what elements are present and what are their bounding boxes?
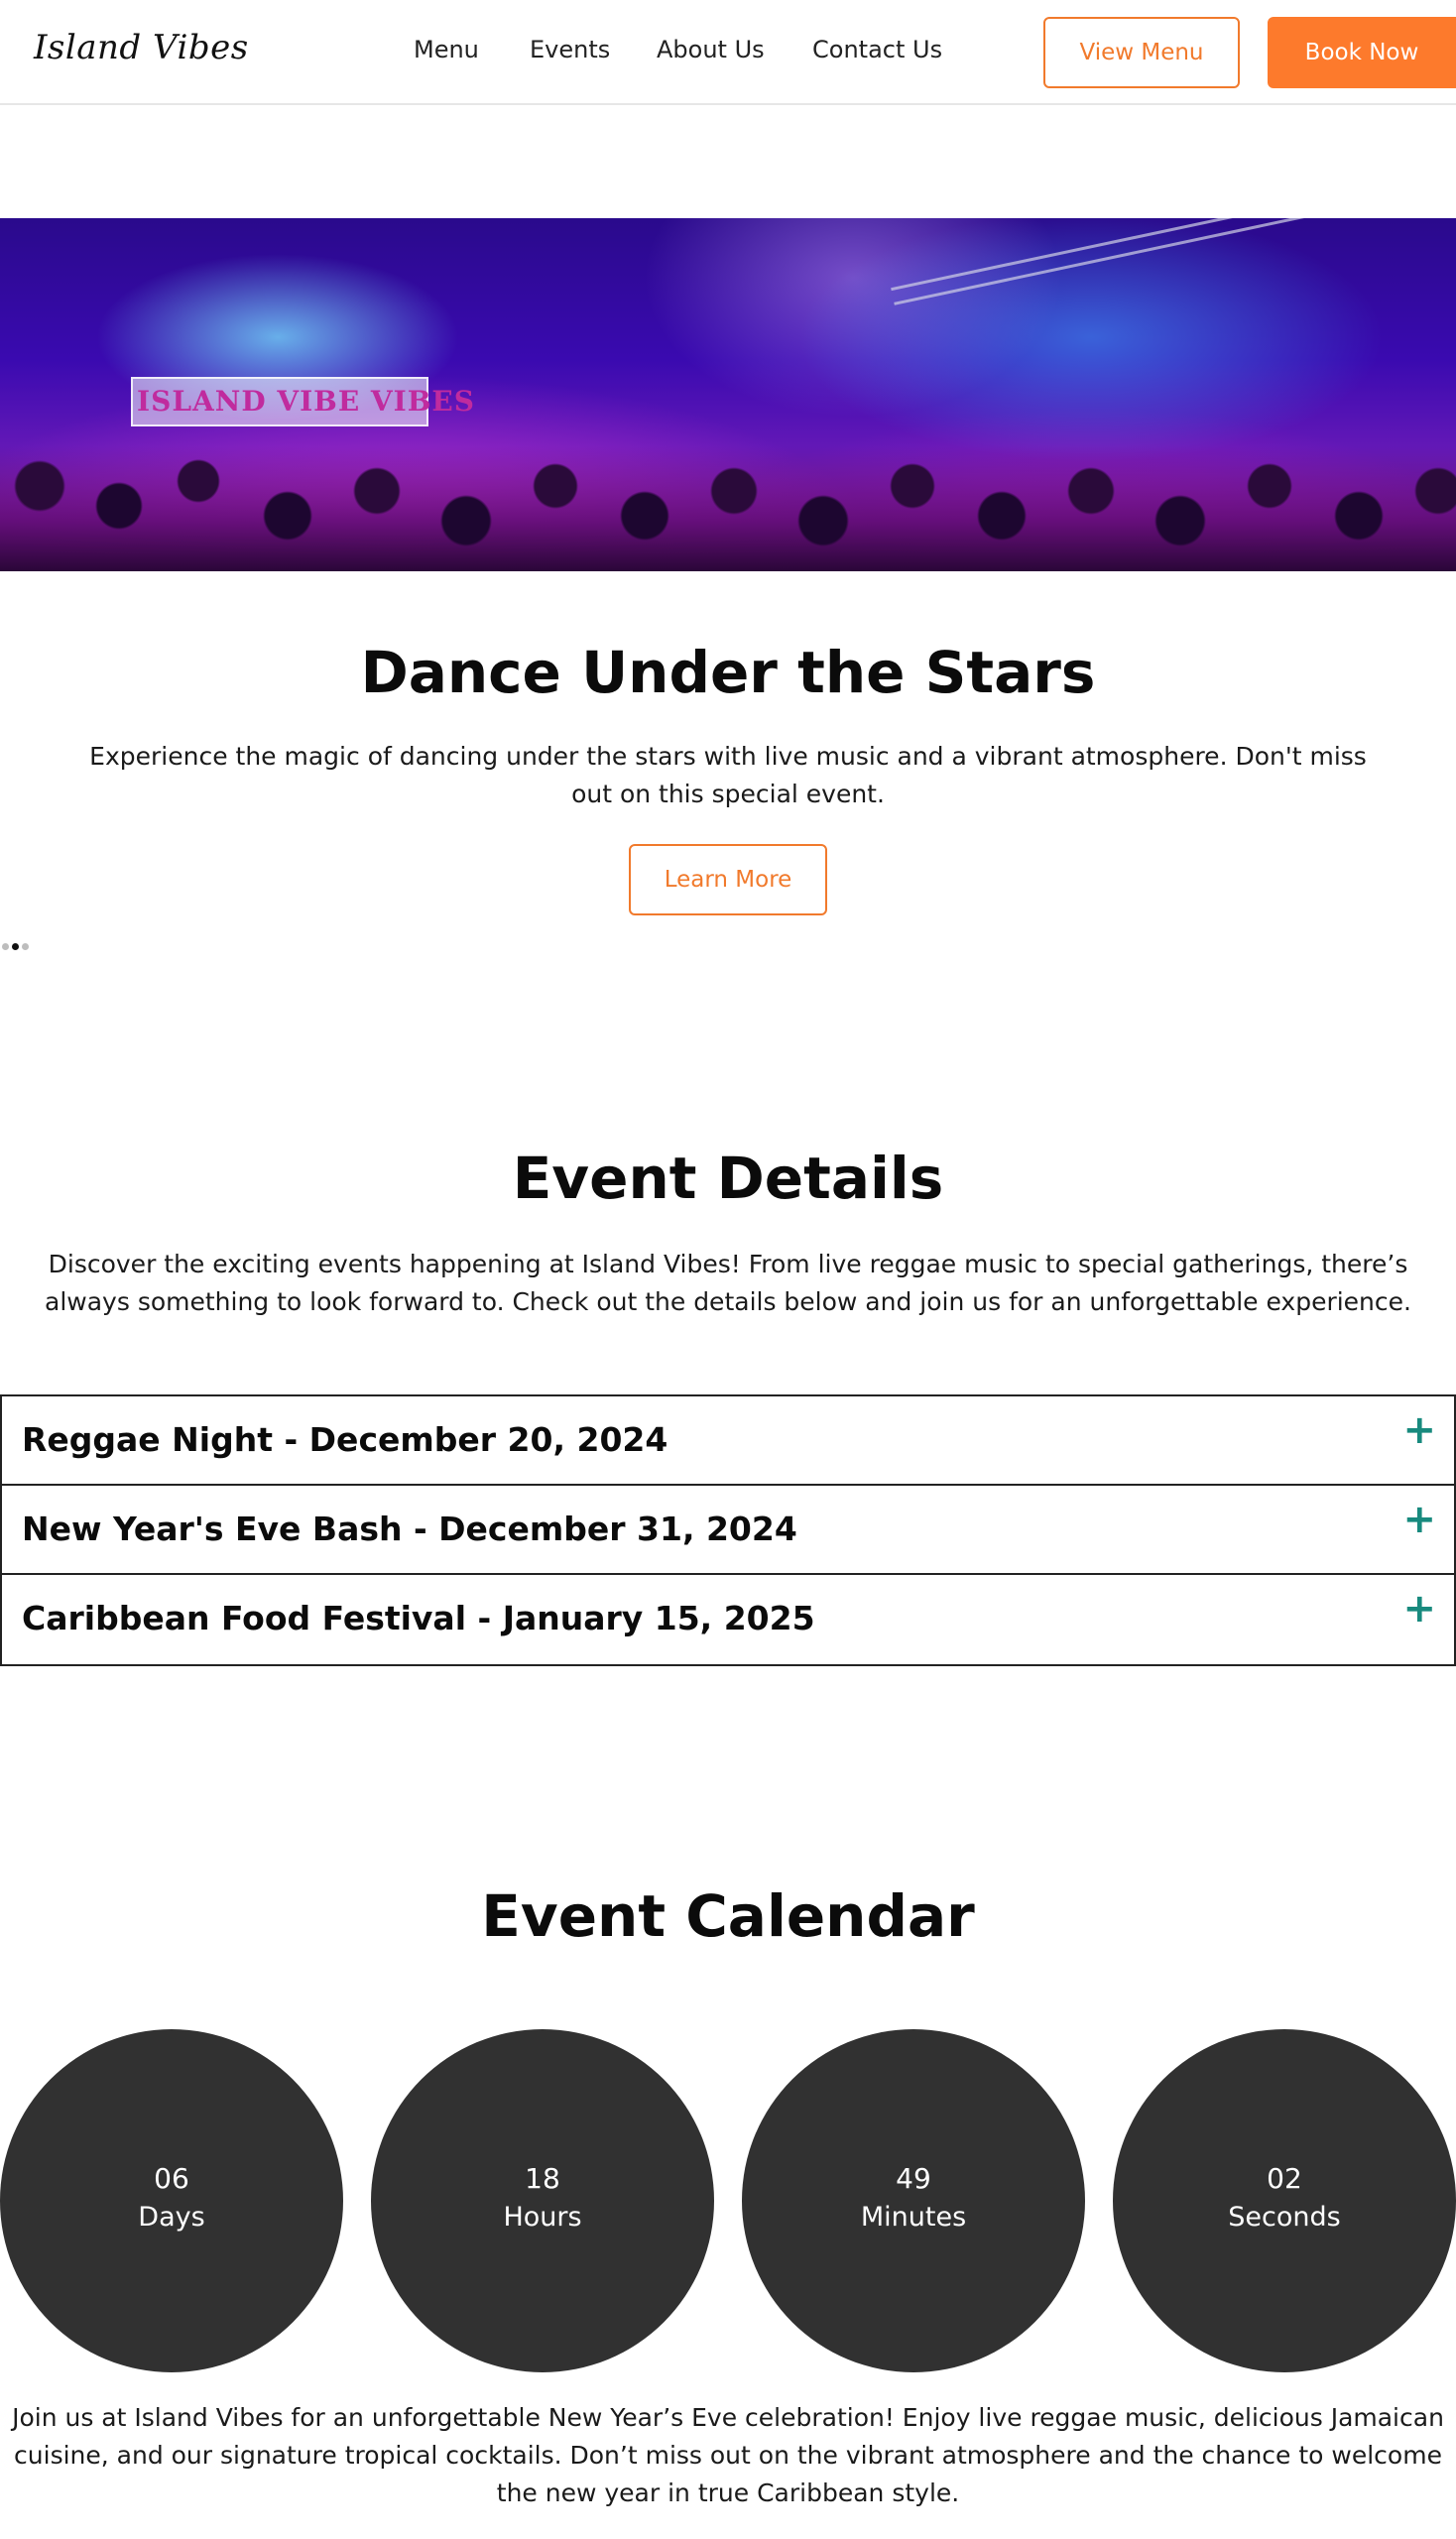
countdown-label: Days xyxy=(138,2202,205,2233)
countdown: 06 Days 18 Hours 49 Minutes 02 Seconds xyxy=(0,2029,1456,2372)
plus-icon[interactable]: + xyxy=(1402,1589,1436,1629)
countdown-value: 06 xyxy=(154,2162,189,2195)
events-accordion: Reggae Night - December 20, 2024 + New Y… xyxy=(0,1394,1456,1666)
countdown-label: Seconds xyxy=(1228,2202,1341,2233)
nav-item-events[interactable]: Events xyxy=(530,36,610,63)
learn-more-button[interactable]: Learn More xyxy=(629,844,827,915)
countdown-label: Minutes xyxy=(860,2202,967,2233)
event-details-title: Event Details xyxy=(512,1145,944,1212)
accordion-title: New Year's Eve Bash - December 31, 2024 xyxy=(22,1510,797,1548)
nav-item-about-us[interactable]: About Us xyxy=(657,36,765,63)
plus-icon[interactable]: + xyxy=(1402,1410,1436,1450)
book-now-button[interactable]: Book Now xyxy=(1268,17,1456,88)
countdown-seconds: 02 Seconds xyxy=(1113,2029,1456,2372)
event-calendar-title: Event Calendar xyxy=(481,1882,975,1950)
slider-dots xyxy=(2,941,29,951)
event-details-description: Discover the exciting events happening a… xyxy=(45,1250,1411,1316)
countdown-label: Hours xyxy=(503,2202,582,2233)
slider-dot[interactable] xyxy=(2,942,9,950)
countdown-minutes: 49 Minutes xyxy=(742,2029,1085,2372)
crowd xyxy=(0,446,1456,571)
view-menu-button[interactable]: View Menu xyxy=(1043,17,1240,88)
accordion-title: Caribbean Food Festival - January 15, 20… xyxy=(22,1599,815,1637)
nav-item-menu[interactable]: Menu xyxy=(414,36,479,63)
hero-image: ISLAND VIBE VIBES xyxy=(0,218,1456,571)
countdown-value: 49 xyxy=(896,2162,931,2195)
slider-dot-active[interactable] xyxy=(12,942,19,950)
accordion-item-food-festival[interactable]: Caribbean Food Festival - January 15, 20… xyxy=(2,1575,1454,1664)
accordion-title: Reggae Night - December 20, 2024 xyxy=(22,1420,668,1459)
countdown-days: 06 Days xyxy=(0,2029,343,2372)
plus-icon[interactable]: + xyxy=(1402,1500,1436,1539)
event-calendar-description: Join us at Island Vibes for an unforgett… xyxy=(12,2403,1444,2507)
stage-truss xyxy=(891,218,1446,305)
countdown-hours: 18 Hours xyxy=(371,2029,714,2372)
nav-item-contact-us[interactable]: Contact Us xyxy=(812,36,942,63)
stage-banner-text: ISLAND VIBE VIBES xyxy=(137,385,475,418)
site-header: Island Vibes Menu Events About Us Contac… xyxy=(0,0,1456,105)
slider-dot[interactable] xyxy=(22,942,29,950)
countdown-value: 02 xyxy=(1267,2162,1302,2195)
hero-description: Experience the magic of dancing under th… xyxy=(89,742,1367,808)
accordion-item-reggae-night[interactable]: Reggae Night - December 20, 2024 + xyxy=(2,1396,1454,1486)
hero-title: Dance Under the Stars xyxy=(360,639,1096,706)
accordion-item-new-years-eve[interactable]: New Year's Eve Bash - December 31, 2024 … xyxy=(2,1486,1454,1575)
countdown-value: 18 xyxy=(525,2162,560,2195)
